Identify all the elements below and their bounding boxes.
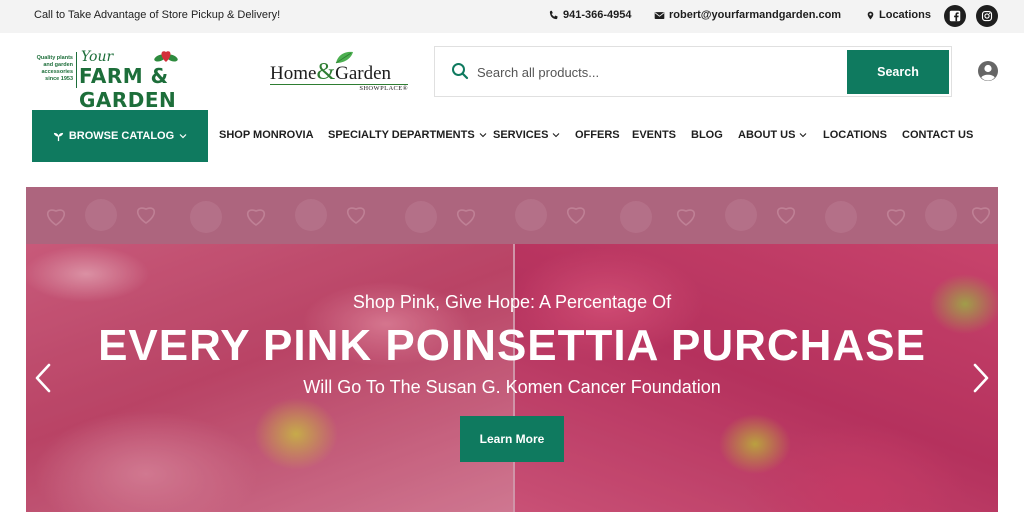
locations-label: Locations: [879, 9, 931, 21]
sprout-icon: [53, 132, 63, 141]
promo-message: Call to Take Advantage of Store Pickup &…: [34, 9, 281, 21]
partner-logo-subtitle: SHOWPLACE®: [359, 85, 408, 92]
farm-and-garden-logo[interactable]: Quality plants and garden accessories si…: [25, 46, 257, 112]
home-and-garden-showplace-logo[interactable]: Home&Garden SHOWPLACE®: [270, 50, 410, 94]
chevron-down-icon: [553, 133, 560, 138]
hero-subtitle-2: Will Go To The Susan G. Komen Cancer Fou…: [303, 377, 721, 397]
slider-next-arrow-icon[interactable]: [972, 363, 990, 393]
phone-link[interactable]: 941-366-4954: [548, 9, 632, 21]
learn-more-button[interactable]: Learn More: [460, 416, 564, 462]
logo-tagline: Quality plants and garden accessories si…: [36, 55, 73, 82]
search-button[interactable]: Search: [847, 50, 949, 94]
nav-events[interactable]: EVENTS: [632, 129, 676, 141]
logo-your-text: Your: [81, 49, 114, 65]
map-pin-icon: [867, 11, 874, 19]
slider-prev-arrow-icon[interactable]: [34, 363, 52, 393]
nav-blog[interactable]: BLOG: [691, 129, 723, 141]
instagram-icon: [981, 10, 993, 22]
heart-plant-icon: [154, 51, 178, 62]
instagram-link[interactable]: [976, 5, 998, 27]
nav-contact-us[interactable]: CONTACT US: [902, 129, 973, 141]
logo-name: FARM & GARDEN: [79, 64, 177, 112]
email-address: robert@yourfarmandgarden.com: [669, 9, 842, 21]
hero-slider: Shop Pink, Give Hope: A Percentage Of EV…: [26, 187, 998, 512]
search-bar: Search: [434, 46, 952, 97]
hero-subtitle: Shop Pink, Give Hope: A Percentage Of: [352, 292, 672, 312]
chevron-down-icon: [479, 133, 487, 138]
facebook-icon: [949, 10, 961, 22]
nav-services[interactable]: SERVICES: [493, 129, 560, 141]
browse-catalog-button[interactable]: BROWSE CATALOG: [32, 110, 208, 162]
top-bar: Call to Take Advantage of Store Pickup &…: [0, 0, 1024, 33]
phone-number: 941-366-4954: [563, 9, 632, 21]
envelope-icon: [654, 11, 665, 19]
nav-about-us[interactable]: ABOUT US: [738, 129, 807, 141]
nav-specialty-departments[interactable]: SPECIALTY DEPARTMENTS: [328, 129, 487, 141]
nav-shop-monrovia[interactable]: SHOP MONROVIA: [219, 129, 314, 141]
nav-locations[interactable]: LOCATIONS: [823, 129, 887, 141]
logo-divider: [76, 52, 77, 88]
phone-icon: [549, 10, 558, 19]
search-input[interactable]: [477, 60, 827, 84]
search-icon: [452, 63, 469, 80]
hero-headline: EVERY PINK POINSETTIA PURCHASE: [98, 321, 926, 370]
browse-catalog-label: BROWSE CATALOG: [68, 130, 175, 142]
chevron-down-icon: [179, 134, 187, 139]
nav-offers[interactable]: OFFERS: [575, 129, 620, 141]
locations-link[interactable]: Locations: [866, 9, 931, 21]
email-link[interactable]: robert@yourfarmandgarden.com: [654, 9, 841, 21]
chevron-down-icon: [800, 133, 807, 138]
facebook-link[interactable]: [944, 5, 966, 27]
partner-logo-text: Home&Garden: [270, 59, 392, 85]
account-icon[interactable]: [977, 60, 999, 82]
